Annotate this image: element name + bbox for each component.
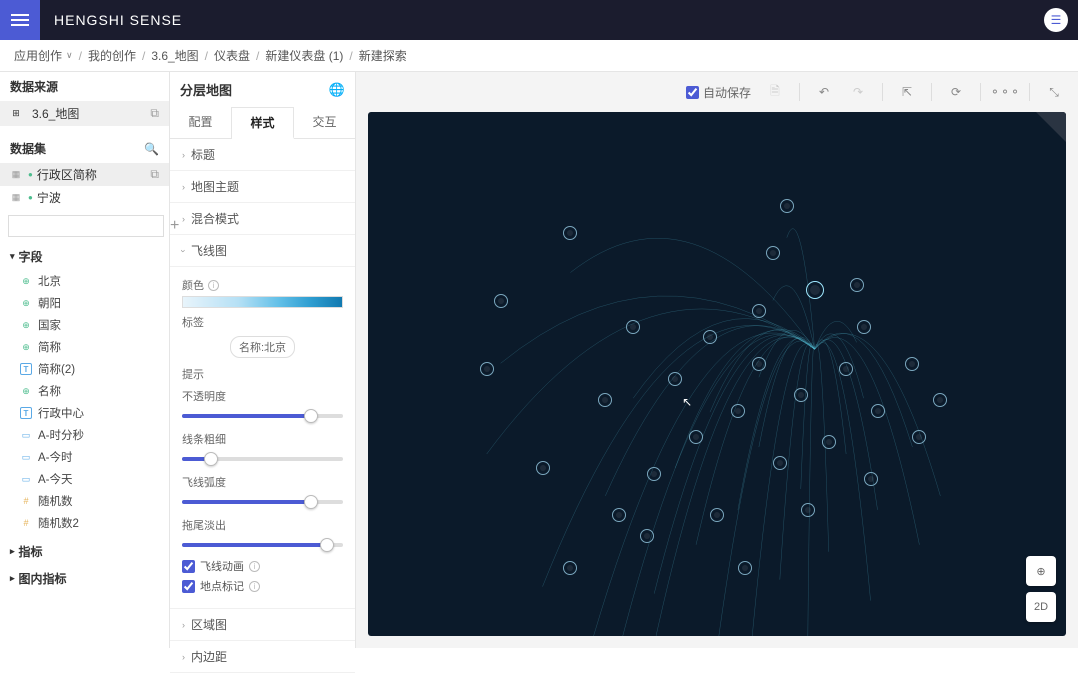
map-hub[interactable] (806, 281, 824, 299)
open-icon[interactable]: ⧉ (150, 106, 159, 121)
map-node[interactable] (703, 330, 717, 344)
field-item[interactable]: ⊕名称 (0, 380, 169, 402)
field-item[interactable]: ⊕朝阳 (0, 292, 169, 314)
collapse-button[interactable]: ⤡ (1044, 82, 1064, 102)
menu-button[interactable] (0, 0, 40, 40)
map-node[interactable] (752, 304, 766, 318)
map-node[interactable] (905, 357, 919, 371)
tab-2[interactable]: 交互 (294, 107, 355, 138)
autosave-checkbox[interactable]: 自动保存 (686, 84, 751, 101)
field-item[interactable]: #随机数 (0, 490, 169, 512)
field-item[interactable]: T简称(2) (0, 358, 169, 380)
acc-blend[interactable]: ›混合模式 (170, 203, 355, 235)
breadcrumb-item[interactable]: 新建探索 (359, 47, 407, 64)
map-node[interactable] (494, 294, 508, 308)
breadcrumb-item[interactable]: 3.6_地图 (151, 47, 198, 64)
undo-button[interactable]: ↶ (814, 82, 834, 102)
field-search-input[interactable] (8, 215, 164, 237)
acc-region[interactable]: ›区域图 (170, 609, 355, 641)
globe-icon[interactable]: 🌐 (329, 82, 345, 98)
field-item[interactable]: ▭A-时分秒 (0, 424, 169, 446)
map-node[interactable] (710, 508, 724, 522)
map-node[interactable] (766, 246, 780, 260)
breadcrumb-item[interactable]: 新建仪表盘 (1) (265, 47, 343, 64)
map-node[interactable] (912, 430, 926, 444)
map-node[interactable] (563, 226, 577, 240)
2d-button[interactable]: 2D (1026, 592, 1056, 622)
acc-padding[interactable]: ›内边距 (170, 641, 355, 673)
inchart-metrics-section[interactable]: ▸图内指标 (0, 565, 169, 592)
save-icon[interactable]: 🗎 (765, 82, 785, 102)
field-item[interactable]: ⊕简称 (0, 336, 169, 358)
field-item[interactable]: ⊕国家 (0, 314, 169, 336)
app-icon: ⊞ (10, 108, 22, 120)
dataset-item[interactable]: ▦●行政区简称⧉ (0, 163, 169, 186)
datasets-title: 数据集 (10, 140, 144, 157)
tail-slider[interactable] (182, 536, 343, 554)
cursor: ↖ (682, 395, 694, 411)
redo-button[interactable]: ↷ (848, 82, 868, 102)
map-node[interactable] (839, 362, 853, 376)
map-canvas[interactable]: ↖ ⊕ 2D (368, 112, 1066, 636)
map-node[interactable] (850, 278, 864, 292)
acc-title[interactable]: ›标题 (170, 139, 355, 171)
dataset-item[interactable]: ▦●宁波 (0, 186, 169, 209)
tab-1[interactable]: 样式 (232, 107, 294, 139)
search-icon[interactable]: 🔍 (144, 142, 159, 156)
acc-theme[interactable]: ›地图主题 (170, 171, 355, 203)
label-tag[interactable]: 名称:北京 (230, 336, 295, 358)
avatar[interactable]: ☰ (1044, 8, 1068, 32)
map-node[interactable] (647, 467, 661, 481)
map-node[interactable] (731, 404, 745, 418)
breadcrumb-item[interactable]: 仪表盘 (214, 47, 250, 64)
map-node[interactable] (780, 199, 794, 213)
field-item[interactable]: T行政中心 (0, 402, 169, 424)
map-node[interactable] (752, 357, 766, 371)
breadcrumb-item[interactable]: 我的创作 (88, 47, 136, 64)
tab-0[interactable]: 配置 (170, 107, 232, 138)
metrics-section[interactable]: ▸指标 (0, 538, 169, 565)
locate-button[interactable]: ⊕ (1026, 556, 1056, 586)
info-icon: i (208, 280, 219, 291)
map-node[interactable] (536, 461, 550, 475)
map-node[interactable] (871, 404, 885, 418)
marker-checkbox[interactable]: 地点标记i (182, 578, 343, 594)
map-node[interactable] (773, 456, 787, 470)
fields-section[interactable]: ▾字段 (0, 243, 169, 270)
map-node[interactable] (668, 372, 682, 386)
data-source-title: 数据来源 (10, 78, 159, 95)
field-item[interactable]: ▭A-今时 (0, 446, 169, 468)
map-node[interactable] (794, 388, 808, 402)
field-item[interactable]: #随机数2 (0, 512, 169, 534)
data-source-item[interactable]: ⊞ 3.6_地图 ⧉ (0, 101, 169, 126)
export-button[interactable]: ⇱ (897, 82, 917, 102)
map-node[interactable] (857, 320, 871, 334)
map-node[interactable] (598, 393, 612, 407)
breadcrumb: 应用创作∨/我的创作/3.6_地图/仪表盘/新建仪表盘 (1)/新建探索 (0, 40, 1078, 72)
width-slider[interactable] (182, 450, 343, 468)
map-node[interactable] (933, 393, 947, 407)
map-node[interactable] (563, 561, 577, 575)
map-node[interactable] (822, 435, 836, 449)
anim-checkbox[interactable]: 飞线动画i (182, 558, 343, 574)
opacity-slider[interactable] (182, 407, 343, 425)
panel-title: 分层地图 (180, 80, 329, 99)
map-node[interactable] (640, 529, 654, 543)
acc-flyline[interactable]: ›飞线图 (170, 235, 355, 267)
color-gradient[interactable] (182, 296, 343, 308)
arc-slider[interactable] (182, 493, 343, 511)
share-button[interactable]: ⚬⚬⚬ (995, 82, 1015, 102)
refresh-button[interactable]: ⟳ (946, 82, 966, 102)
brand: HENGSHI SENSE (54, 12, 182, 28)
map-node[interactable] (626, 320, 640, 334)
map-node[interactable] (612, 508, 626, 522)
field-item[interactable]: ▭A-今天 (0, 468, 169, 490)
map-node[interactable] (801, 503, 815, 517)
breadcrumb-item[interactable]: 应用创作 (14, 47, 62, 64)
map-node[interactable] (689, 430, 703, 444)
map-node[interactable] (738, 561, 752, 575)
map-node[interactable] (864, 472, 878, 486)
map-node[interactable] (480, 362, 494, 376)
field-item[interactable]: ⊕北京 (0, 270, 169, 292)
